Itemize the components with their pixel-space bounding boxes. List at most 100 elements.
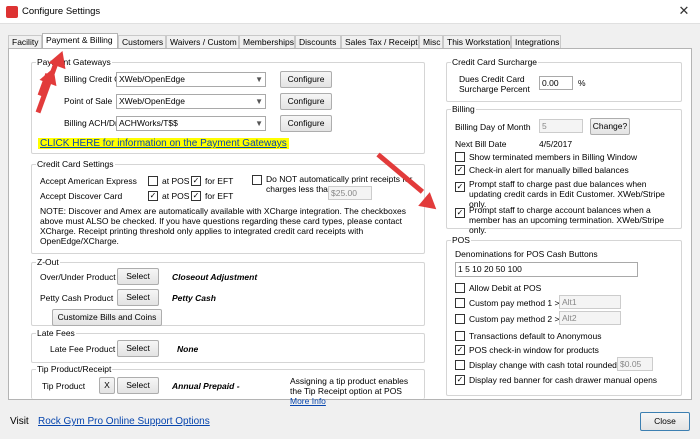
select-petty-cash-button[interactable]: Select — [117, 289, 159, 306]
display-change-checkbox[interactable] — [455, 360, 465, 370]
anonymous-default-checkbox[interactable] — [455, 331, 465, 341]
custom-pay-2-field[interactable]: Alt2 — [559, 311, 621, 325]
denominations-field[interactable]: 1 5 10 20 50 100 — [455, 262, 638, 277]
group-title: Credit Card Settings — [36, 159, 115, 169]
surcharge-label-line1: Dues Credit Card — [459, 74, 525, 84]
rounding-field[interactable]: $0.05 — [617, 357, 653, 371]
tab-memberships[interactable]: Memberships — [239, 35, 295, 49]
clear-tip-button[interactable]: X — [99, 377, 115, 394]
select-tip-button[interactable]: Select — [117, 377, 159, 394]
visit-label: Visit — [10, 416, 29, 427]
denominations-label: Denominations for POS Cash Buttons — [455, 249, 598, 259]
display-change-label: Display change with cash total rounded t… — [469, 360, 627, 370]
checkin-alert-checkbox[interactable]: ✓ — [455, 165, 465, 175]
window-title: Configure Settings — [22, 6, 101, 17]
red-banner-checkbox[interactable]: ✓ — [455, 375, 465, 385]
discover-pos-label: at POS — [162, 191, 190, 201]
tab-customers[interactable]: Customers — [118, 35, 166, 49]
tip-product-label: Tip Product — [42, 381, 86, 391]
allow-debit-label: Allow Debit at POS — [469, 283, 542, 293]
next-bill-value: 4/5/2017 — [539, 139, 573, 149]
close-button[interactable]: Close — [640, 412, 690, 431]
select-value: XWeb/OpenEdge — [119, 74, 185, 84]
amex-pos-checkbox[interactable] — [148, 176, 158, 186]
title-bar: Configure Settings ✕ — [0, 0, 700, 24]
allow-debit-checkbox[interactable] — [455, 283, 465, 293]
tab-misc[interactable]: Misc — [419, 35, 443, 49]
group-title: Z-Out — [36, 257, 60, 267]
chevron-down-icon: ▼ — [255, 97, 263, 106]
checkin-alert-label: Check-in alert for manually billed balan… — [469, 165, 629, 175]
custom-pay-1-label: Custom pay method 1 > — [469, 298, 560, 308]
tab-waivers-custom[interactable]: Waivers / Custom — [166, 35, 239, 49]
ach-gateway-select[interactable]: ACHWorks/T$$ ▼ — [116, 116, 266, 131]
select-value: ACHWorks/T$$ — [119, 118, 178, 128]
pos-checkin-window-label: POS check-in window for products — [469, 345, 599, 355]
group-title: Billing — [451, 104, 476, 114]
custom-pay-2-checkbox[interactable] — [455, 314, 465, 324]
receipt-threshold-field[interactable]: $25.00 — [328, 186, 372, 200]
surcharge-percent-field[interactable]: 0.00 — [539, 76, 573, 90]
pos-gateway-select[interactable]: XWeb/OpenEdge ▼ — [116, 94, 266, 109]
show-terminated-checkbox[interactable] — [455, 152, 465, 162]
card-types-note: NOTE: Discover and Amex are automaticall… — [40, 206, 406, 246]
petty-cash-label: Petty Cash Product — [40, 293, 114, 303]
late-fee-label: Late Fee Product — [50, 344, 116, 354]
percent-unit: % — [578, 78, 586, 88]
tip-product-value: Annual Prepaid - — [172, 381, 240, 391]
payment-gateways-group: Payment Gateways Billing Credit Card XWe… — [31, 57, 425, 154]
over-under-label: Over/Under Product — [40, 272, 116, 282]
amex-eft-label: for EFT — [205, 176, 234, 186]
surcharge-group: Credit Card Surcharge Dues Credit Card Su… — [446, 57, 682, 102]
tip-product-group: Tip Product/Receipt Tip Product X Select… — [31, 364, 425, 406]
late-fee-value: None — [177, 344, 199, 354]
amex-pos-label: at POS — [162, 176, 190, 186]
surcharge-label: Dues Credit Card Surcharge Percent — [459, 74, 530, 94]
change-billing-day-button[interactable]: Change? — [590, 118, 630, 135]
billing-cc-select[interactable]: XWeb/OpenEdge ▼ — [116, 72, 266, 87]
tab-panel: Payment Gateways Billing Credit Card XWe… — [8, 48, 692, 406]
pos-label: Point of Sale — [64, 96, 113, 106]
prompt-past-due-checkbox[interactable]: ✓ — [455, 182, 465, 192]
tab-facility[interactable]: Facility — [8, 35, 42, 49]
custom-pay-1-field[interactable]: Alt1 — [559, 295, 621, 309]
anonymous-default-label: Transactions default to Anonymous — [469, 331, 602, 341]
red-banner-label: Display red banner for cash drawer manua… — [469, 375, 658, 385]
surcharge-label-line2: Surcharge Percent — [459, 84, 530, 94]
credit-card-settings-group: Credit Card Settings Accept American Exp… — [31, 159, 425, 254]
custom-pay-1-checkbox[interactable] — [455, 298, 465, 308]
late-fees-group: Late Fees Late Fee Product Select None — [31, 328, 425, 363]
group-title: Tip Product/Receipt — [36, 364, 113, 374]
tab-payment-billing[interactable]: Payment & Billing — [42, 33, 118, 49]
tab-integrations[interactable]: Integrations — [511, 35, 561, 49]
tab-discounts[interactable]: Discounts — [295, 35, 341, 49]
select-over-under-button[interactable]: Select — [117, 268, 159, 285]
billing-day-field[interactable]: 5 — [539, 119, 583, 133]
support-options-link[interactable]: Rock Gym Pro Online Support Options — [38, 416, 210, 427]
discover-eft-checkbox[interactable]: ✓ — [191, 191, 201, 201]
chevron-down-icon: ▼ — [255, 75, 263, 84]
over-under-value: Closeout Adjustment — [172, 272, 258, 282]
discover-label: Accept Discover Card — [40, 191, 123, 201]
configure-billing-cc-button[interactable]: Configure — [280, 71, 332, 88]
no-print-receipts-checkbox[interactable] — [252, 175, 262, 185]
configure-pos-button[interactable]: Configure — [280, 93, 332, 110]
pos-checkin-window-checkbox[interactable]: ✓ — [455, 345, 465, 355]
tab-this-workstation[interactable]: This Workstation — [443, 35, 511, 49]
tip-note-text: Assigning a tip product enables the Tip … — [290, 376, 409, 396]
payment-gateways-info-link[interactable]: CLICK HERE for information on the Paymen… — [38, 138, 289, 149]
customize-bills-coins-button[interactable]: Customize Bills and Coins — [52, 309, 162, 326]
configure-ach-button[interactable]: Configure — [280, 115, 332, 132]
amex-label: Accept American Express — [40, 176, 137, 186]
group-title: Late Fees — [36, 328, 76, 338]
amex-eft-checkbox[interactable]: ✓ — [191, 176, 201, 186]
next-bill-label: Next Bill Date — [455, 139, 507, 149]
tab-sales-tax-receipt[interactable]: Sales Tax / Receipt — [341, 35, 419, 49]
window-close-icon[interactable]: ✕ — [672, 2, 696, 20]
tip-more-info-link[interactable]: More Info — [290, 396, 326, 406]
prompt-termination-checkbox[interactable]: ✓ — [455, 208, 465, 218]
discover-pos-checkbox[interactable]: ✓ — [148, 191, 158, 201]
select-late-fee-button[interactable]: Select — [117, 340, 159, 357]
billing-group: Billing Billing Day of Month 5 Change? N… — [446, 104, 682, 235]
discover-eft-label: for EFT — [205, 191, 234, 201]
